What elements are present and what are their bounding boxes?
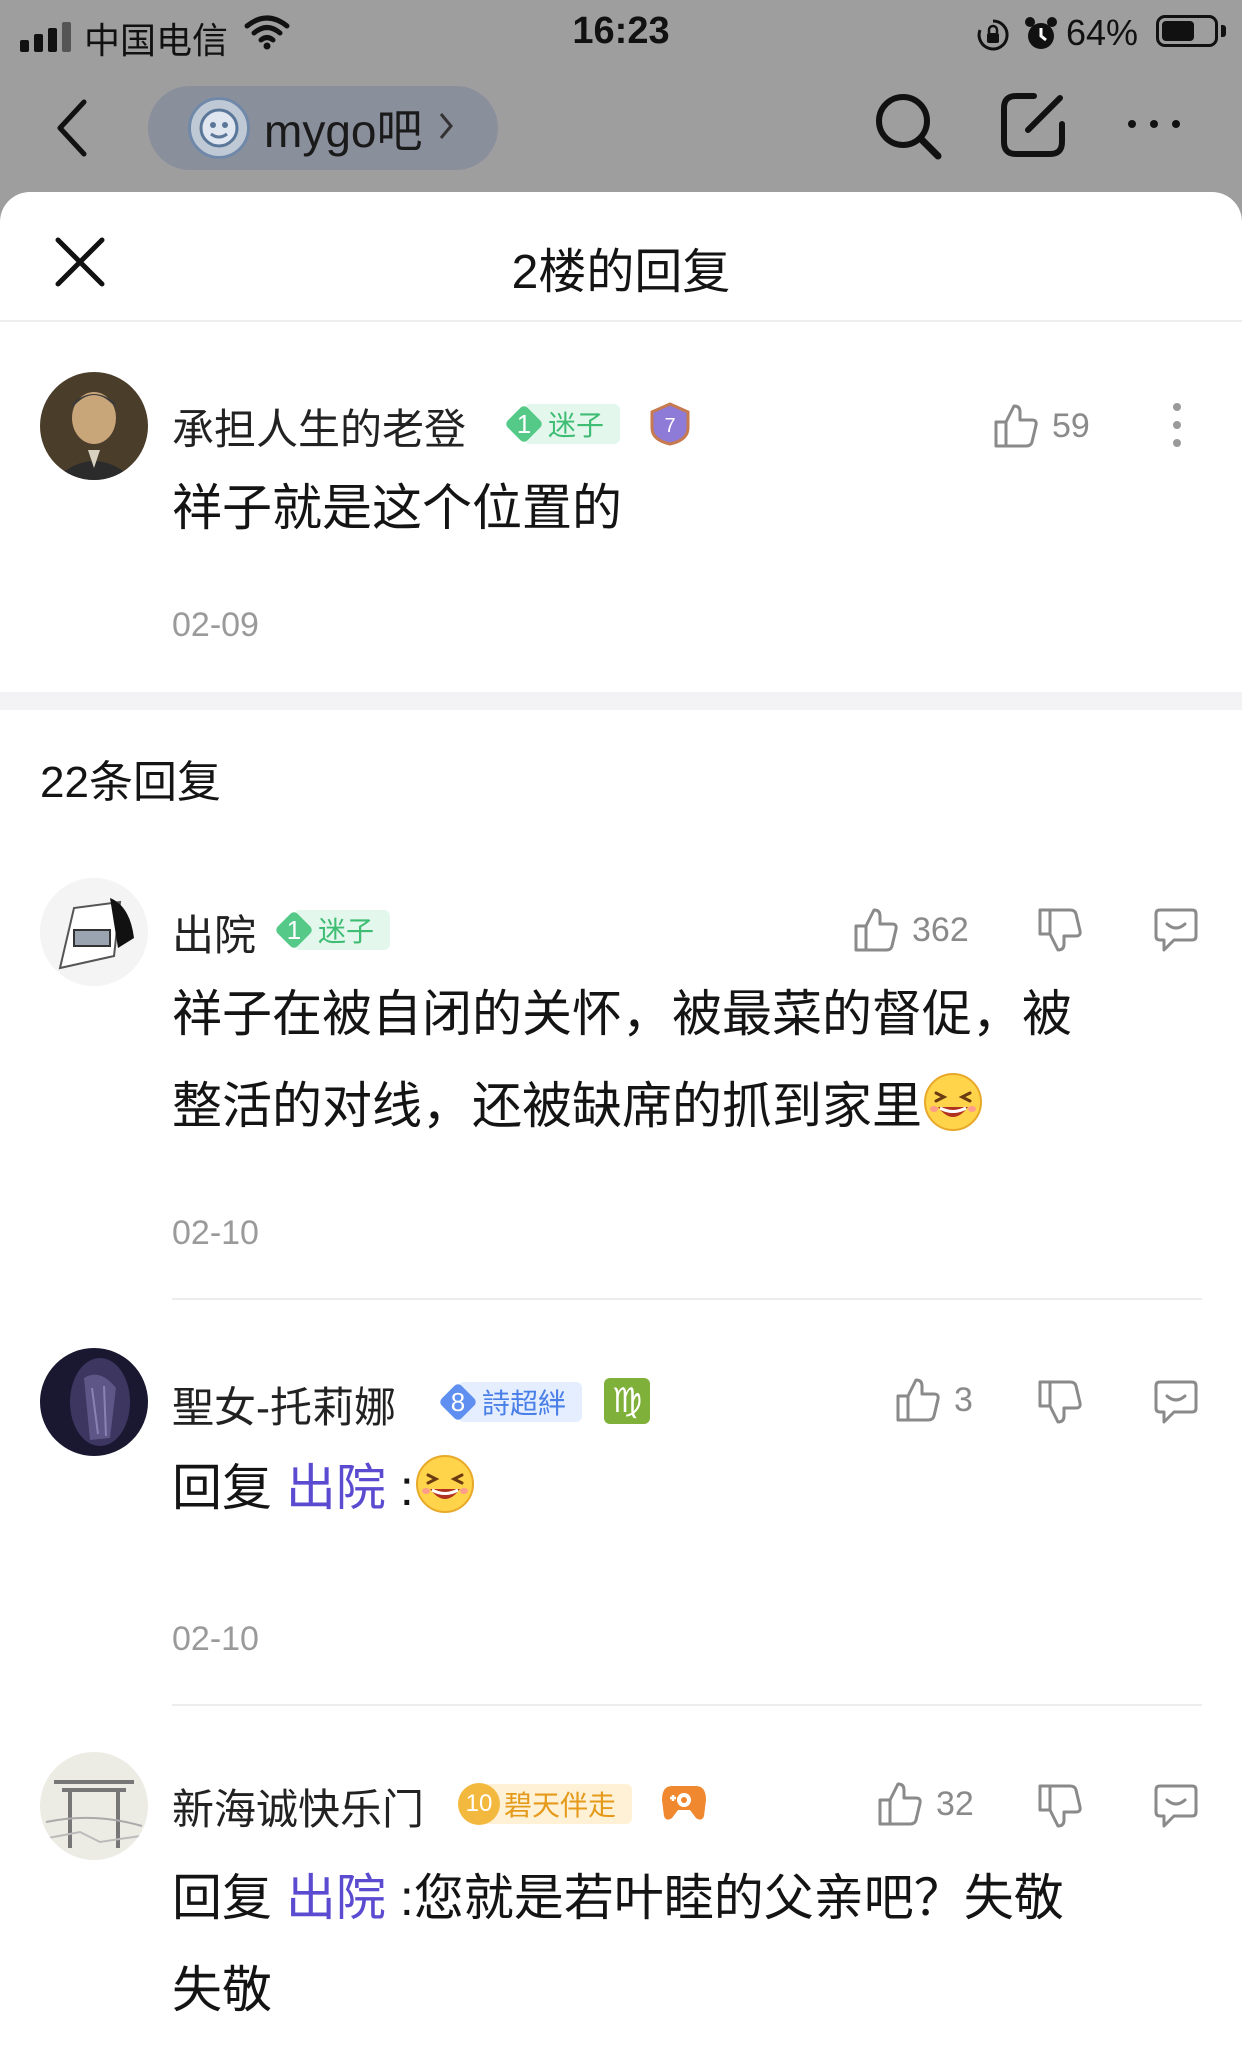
forum-name: mygo吧: [264, 105, 423, 157]
level-badge: 8 詩超絆: [438, 1380, 583, 1424]
level-badge: 1 迷子: [274, 908, 391, 952]
sheet-title: 2楼的回复: [511, 246, 731, 299]
username[interactable]: 出院: [172, 902, 256, 963]
reply-text-line: 整活的对线，还被缺席的抓到家里: [172, 1060, 1072, 1152]
battery-percent: 64%: [1066, 12, 1139, 53]
username[interactable]: 新海诚快乐门: [172, 1776, 424, 1837]
comment-icon[interactable]: [1152, 1782, 1200, 1835]
reply-date: 02-10: [172, 1214, 259, 1252]
reply-prefix: 回复: [172, 1870, 272, 1926]
username[interactable]: 聖女-托莉娜: [172, 1374, 396, 1435]
level-badge: 10 碧天伴走: [458, 1782, 633, 1826]
sheet-header: 2楼的回复: [0, 192, 1242, 322]
search-icon[interactable]: [872, 90, 944, 167]
like-count: 59: [1052, 406, 1090, 445]
comment-icon[interactable]: [1152, 1378, 1200, 1431]
reply-count-title: 22条回复: [40, 758, 221, 807]
chevron-right-icon: [438, 111, 454, 146]
battery-level: [1162, 21, 1194, 41]
forum-entry-button[interactable]: mygo吧: [148, 86, 498, 170]
reply-text: 回复 出院 :: [172, 1442, 476, 1534]
reply-separator: :: [399, 1460, 414, 1516]
zodiac-virgo-icon: ♍: [604, 1378, 650, 1424]
level-coin-icon: 10: [458, 1783, 500, 1825]
post-date: 02-09: [172, 606, 259, 644]
thumbs-down-icon[interactable]: [1036, 906, 1084, 959]
like-button[interactable]: 3: [894, 1376, 973, 1424]
reply-target-link[interactable]: 出院: [286, 1460, 386, 1516]
level-diamond-icon: 1: [274, 910, 314, 950]
alarm-icon: [1024, 16, 1058, 57]
avatar[interactable]: [40, 372, 148, 480]
thumbs-up-icon: [854, 908, 898, 952]
divider: [172, 1704, 1202, 1706]
svg-text:7: 7: [664, 415, 675, 437]
reply-target-link[interactable]: 出院: [286, 1870, 386, 1926]
section-divider: [0, 692, 1242, 710]
laughing-emoji-icon: [924, 1073, 982, 1131]
thumbs-up-icon: [994, 404, 1038, 448]
like-count: 3: [954, 1380, 973, 1419]
reply-text-line: 祥子在被自闭的关怀，被最菜的督促，被: [172, 986, 1072, 1042]
reply-text-content: :您就是若叶睦的父亲吧？失敬: [399, 1870, 1064, 1926]
forum-avatar: [188, 97, 250, 159]
reply-text-line: 回复 出院 :您就是若叶睦的父亲吧？失敬: [172, 1852, 1064, 1944]
game-controller-icon: [660, 1780, 708, 1829]
reply-text: 回复 出院 :您就是若叶睦的父亲吧？失敬 失敬: [172, 1852, 1064, 2036]
thumbs-down-icon[interactable]: [1036, 1782, 1084, 1835]
thumbs-up-icon: [896, 1378, 940, 1422]
level-diamond-icon: 8: [438, 1382, 478, 1422]
more-options-icon[interactable]: [1172, 402, 1182, 453]
like-button[interactable]: 59: [992, 402, 1090, 450]
battery-nub: [1221, 25, 1226, 37]
avatar[interactable]: [40, 1752, 148, 1860]
username[interactable]: 承担人生的老登: [172, 396, 466, 457]
reply-sheet: 2楼的回复 承担人生的老登 1 迷子 7 59 祥子就是这个位置的 02-09 …: [0, 192, 1242, 2065]
user-medal-icon: 7: [648, 402, 692, 451]
avatar[interactable]: [40, 1348, 148, 1456]
post-text: 祥子就是这个位置的: [172, 480, 622, 536]
reply-prefix: 回复: [172, 1460, 272, 1516]
compose-icon[interactable]: [998, 90, 1068, 165]
thumbs-up-icon: [878, 1782, 922, 1826]
like-button[interactable]: 362: [852, 906, 969, 954]
status-bar: 中国电信 16:23 64%: [0, 0, 1242, 66]
reply-date: 02-10: [172, 1620, 259, 1658]
avatar[interactable]: [40, 878, 148, 986]
battery-icon: [1156, 15, 1218, 47]
reply-text: 祥子在被自闭的关怀，被最菜的督促，被 整活的对线，还被缺席的抓到家里: [172, 968, 1072, 1152]
thumbs-down-icon[interactable]: [1036, 1378, 1084, 1431]
divider: [172, 1298, 1202, 1300]
like-count: 362: [912, 910, 969, 949]
level-badge: 1 迷子: [504, 402, 621, 446]
forum-nav-bar: mygo吧: [0, 66, 1242, 192]
back-icon[interactable]: [54, 96, 90, 165]
like-count: 32: [936, 1784, 974, 1823]
level-diamond-icon: 1: [504, 404, 544, 444]
reply-text-line: 失敬: [172, 1962, 272, 2018]
more-icon[interactable]: [1128, 120, 1180, 128]
rotation-lock-icon: [976, 18, 1010, 57]
laughing-emoji-icon: [415, 1455, 474, 1513]
comment-icon[interactable]: [1152, 906, 1200, 959]
like-button[interactable]: 32: [876, 1780, 974, 1828]
level-title: 碧天伴走: [480, 1784, 633, 1824]
